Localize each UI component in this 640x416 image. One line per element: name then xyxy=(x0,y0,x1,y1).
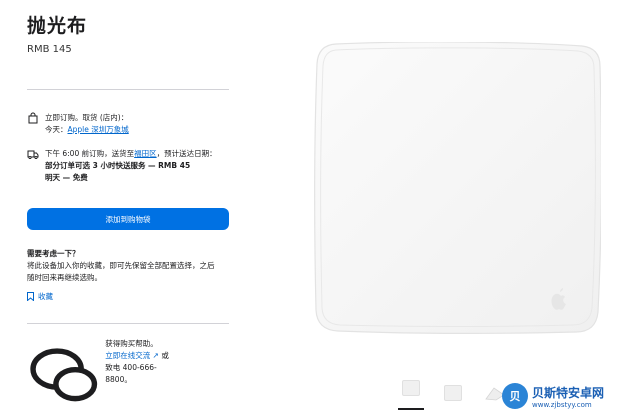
page-title: 抛光布 xyxy=(27,15,88,37)
pickup-day: 今天： xyxy=(45,125,68,134)
bookmark-icon xyxy=(27,292,34,301)
polishing-cloth-image xyxy=(314,42,601,334)
watermark-brand: 贝斯特安卓网 xyxy=(532,385,605,400)
save-label: 收藏 xyxy=(38,292,53,301)
product-price: RMB 145 xyxy=(27,44,72,55)
delivery-section: 下午 6:00 前订购，送货至福田区，预计送达日期： 部分订单可选 3 小时快送… xyxy=(27,148,217,184)
shopping-bag-icon xyxy=(28,112,38,124)
chat-bubbles-icon xyxy=(30,348,98,402)
chat-link[interactable]: 立即在线交流 ↗ xyxy=(105,351,159,360)
consider-text-1: 将此设备加入你的收藏，即可先保留全部配置选择，之后 xyxy=(27,261,215,270)
add-to-bag-button[interactable]: 添加到购物袋 xyxy=(27,208,229,230)
consider-text-2: 随时回来再继续选购。 xyxy=(27,273,102,282)
express-option: 部分订单可选 3 小时快送服务 — RMB 45 xyxy=(45,161,191,170)
watermark-logo: 贝 xyxy=(502,383,528,409)
divider xyxy=(27,323,229,324)
divider xyxy=(27,89,229,90)
watermark-url: www.zjbstyy.com xyxy=(532,400,592,409)
watermark: 贝 贝斯特安卓网 www.zjbstyy.com xyxy=(502,380,636,412)
delivery-prefix: 下午 6:00 前订购，送货至 xyxy=(45,149,135,158)
thumbnail-2[interactable] xyxy=(440,382,466,404)
free-delivery: 明天 — 免费 xyxy=(45,173,88,182)
consider-heading: 需要考虑一下？ xyxy=(27,249,80,258)
store-link[interactable]: Apple 深圳万象城 xyxy=(68,125,129,134)
pickup-section: 立即订购。取货 (店内)： 今天：Apple 深圳万象城 xyxy=(27,112,129,136)
delivery-location-link[interactable]: 福田区 xyxy=(134,149,157,158)
save-button[interactable]: 收藏 xyxy=(27,291,53,302)
thumbnail-1[interactable] xyxy=(398,376,424,410)
delivery-truck-icon xyxy=(27,150,39,160)
help-section: 获得购买帮助。 立即在线交流 ↗ 或致电 400-666-8800。 xyxy=(27,338,175,411)
consider-section: 需要考虑一下？ 将此设备加入你的收藏，即可先保留全部配置选择，之后 随时回来再继… xyxy=(27,248,215,284)
delivery-suffix: ，预计送达日期： xyxy=(156,149,217,158)
pickup-line: 立即订购。取货 (店内)： xyxy=(45,113,129,122)
image-thumbnails xyxy=(398,376,508,410)
help-heading: 获得购买帮助。 xyxy=(105,339,158,348)
